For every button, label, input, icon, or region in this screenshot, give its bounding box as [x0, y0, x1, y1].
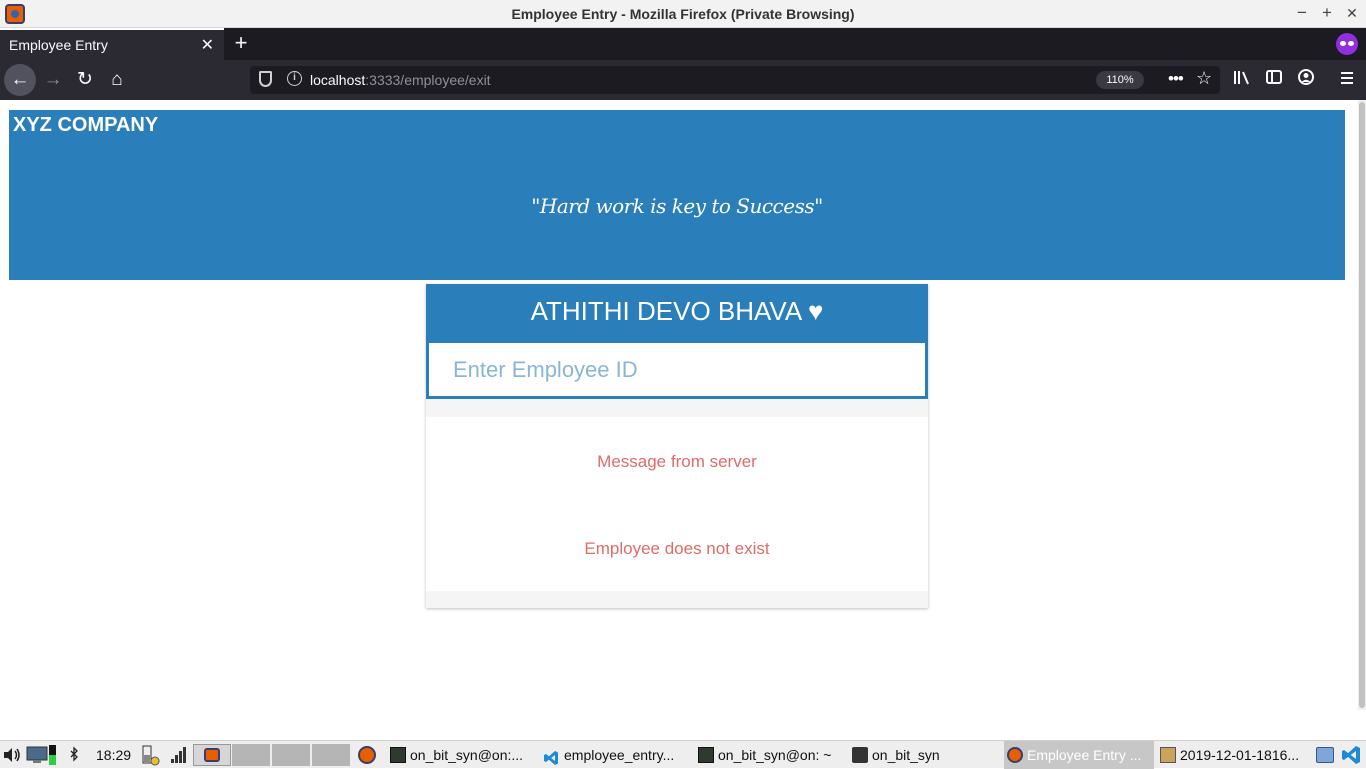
tracking-protection-shield-icon[interactable] — [259, 71, 272, 87]
cpu-meter — [49, 741, 57, 769]
tab-label: Employee Entry — [9, 37, 108, 53]
scrollbar-thumb[interactable] — [1359, 102, 1365, 708]
task-label: 2019-12-01-1816... — [1180, 747, 1300, 763]
window-title-bar: Employee Entry - Mozilla Firefox (Privat… — [0, 0, 1366, 28]
tab-strip: Employee Entry ✕ + — [0, 28, 1366, 60]
workspace-4[interactable] — [312, 744, 350, 766]
page-scrollbar[interactable] — [1358, 100, 1366, 710]
image-viewer-icon — [1160, 747, 1176, 763]
card-header: ATHITHI DEVO BHAVA ♥ — [426, 284, 928, 342]
server-message-box: Message from server Employee does not ex… — [426, 417, 928, 591]
firefox-launcher-icon[interactable] — [356, 741, 378, 769]
taskbar-task-file-manager[interactable]: on_bit_syn — [850, 741, 990, 769]
taskbar-task-image-viewer[interactable]: 2019-12-01-1816... — [1158, 741, 1308, 769]
zoom-level-badge[interactable]: 110% — [1096, 71, 1144, 89]
private-browsing-icon — [1336, 33, 1358, 55]
page-actions-icon[interactable]: ••• — [1168, 69, 1184, 89]
greeting-text: ATHITHI DEVO BHAVA — [530, 296, 801, 326]
greeting-heading: ATHITHI DEVO BHAVA ♥ — [426, 296, 928, 327]
heart-icon: ♥ — [807, 296, 824, 326]
task-label: Employee Entry ... — [1027, 747, 1142, 763]
bluetooth-icon[interactable] — [68, 741, 80, 769]
maximize-button[interactable]: + — [1317, 3, 1337, 23]
file-manager-tray-icon[interactable] — [1314, 741, 1336, 769]
taskbar-task-vscode[interactable]: employee_entry... — [542, 741, 692, 769]
new-tab-button[interactable]: + — [230, 30, 252, 56]
url-path: :3333/employee/exit — [365, 72, 491, 88]
task-label: on_bit_syn@on:... — [410, 747, 524, 763]
employee-entry-card: ATHITHI DEVO BHAVA ♥ Message from server… — [426, 284, 928, 608]
terminal-icon — [698, 747, 714, 763]
terminal-icon — [390, 747, 406, 763]
taskbar-task-terminal-1[interactable]: on_bit_syn@on:... — [388, 741, 538, 769]
system-taskbar: 18:29 on_bit_syn@on:... employee_entry..… — [0, 740, 1366, 769]
company-name: XYZ COMPANY — [13, 114, 159, 136]
task-label: on_bit_syn@on: ~ — [718, 747, 832, 763]
url-host: localhost — [310, 72, 366, 88]
battery-icon[interactable] — [140, 741, 162, 769]
company-slogan: "Hard work is key to Success" — [531, 194, 823, 218]
sidebar-icon[interactable] — [1263, 69, 1285, 91]
site-info-icon[interactable]: i — [287, 71, 302, 86]
address-bar[interactable]: i localhost:3333/employee/exit 110% ••• … — [250, 66, 1220, 94]
workspace-3[interactable] — [272, 744, 310, 766]
message-title: Message from server — [597, 452, 757, 471]
tab-employee-entry[interactable]: Employee Entry ✕ — [0, 28, 224, 60]
message-body: Employee does not exist — [584, 539, 770, 558]
page-content: XYZ COMPANY "Hard work is key to Success… — [0, 100, 1366, 740]
vscode-tray-icon[interactable] — [1340, 741, 1362, 769]
clock[interactable]: 18:29 — [96, 741, 136, 769]
forward-button[interactable]: → — [37, 64, 69, 96]
system-monitor-icon[interactable] — [26, 741, 48, 769]
firefox-icon — [1007, 747, 1023, 763]
folder-icon — [852, 747, 868, 763]
bookmark-star-icon[interactable]: ☆ — [1196, 68, 1212, 89]
account-icon[interactable] — [1295, 69, 1317, 91]
close-window-button[interactable]: ✕ — [1342, 3, 1362, 23]
vscode-icon — [543, 747, 559, 765]
workspace-1[interactable] — [193, 744, 231, 766]
back-button[interactable]: ← — [4, 64, 36, 96]
close-tab-icon[interactable]: ✕ — [201, 35, 214, 55]
company-header-banner: XYZ COMPANY "Hard work is key to Success… — [9, 110, 1345, 280]
reload-button[interactable]: ↻ — [69, 64, 101, 96]
taskbar-task-firefox[interactable]: Employee Entry ... — [1004, 741, 1154, 769]
volume-icon[interactable] — [2, 741, 22, 769]
url-text[interactable]: localhost:3333/employee/exit — [310, 72, 491, 88]
window-title: Employee Entry - Mozilla Firefox (Privat… — [511, 6, 855, 22]
taskbar-task-terminal-2[interactable]: on_bit_syn@on: ~ — [696, 741, 846, 769]
navigation-toolbar: ← → ↻ ⌂ i localhost:3333/employee/exit 1… — [0, 60, 1366, 100]
hamburger-menu-icon[interactable] — [1336, 69, 1358, 91]
workspace-2[interactable] — [232, 744, 270, 766]
library-icon[interactable] — [1231, 69, 1253, 91]
home-button[interactable]: ⌂ — [101, 64, 133, 96]
task-label: on_bit_syn — [872, 747, 940, 763]
network-signal-icon[interactable] — [170, 741, 188, 769]
minimize-button[interactable]: − — [1292, 3, 1312, 23]
task-label: employee_entry... — [564, 747, 675, 763]
employee-id-input[interactable] — [426, 340, 928, 399]
